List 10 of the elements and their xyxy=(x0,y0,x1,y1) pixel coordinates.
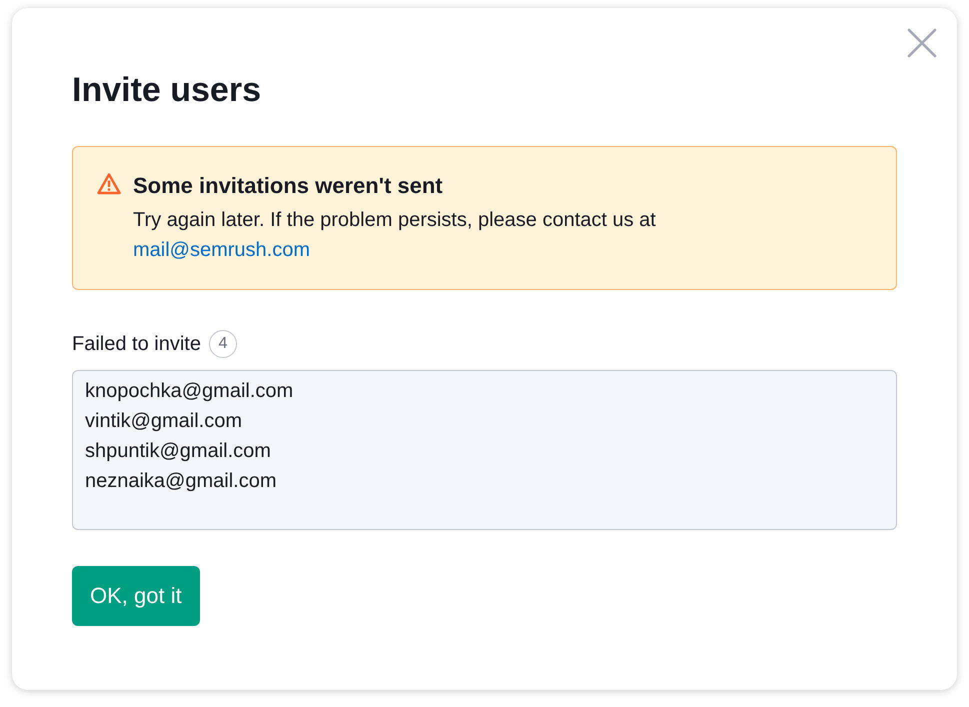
failed-label: Failed to invite xyxy=(72,332,201,357)
email-list-field[interactable]: knopochka@gmail.com vintik@gmail.com shpuntik@gmail.com neznaika@gmail.com xyxy=(72,370,897,530)
alert-message: Try again later. If the problem persists, please contact us at mail@semrush.com xyxy=(133,208,657,263)
ok-button[interactable]: OK, got it xyxy=(72,566,200,626)
dialog-title: Invite users xyxy=(72,70,262,110)
warning-icon xyxy=(97,172,121,196)
email-link[interactable]: mail@semrush.com xyxy=(133,239,310,261)
close-icon[interactable] xyxy=(907,28,937,58)
alert-title: Some invitations weren't sent xyxy=(133,172,444,200)
count-badge: 4 xyxy=(208,330,237,358)
